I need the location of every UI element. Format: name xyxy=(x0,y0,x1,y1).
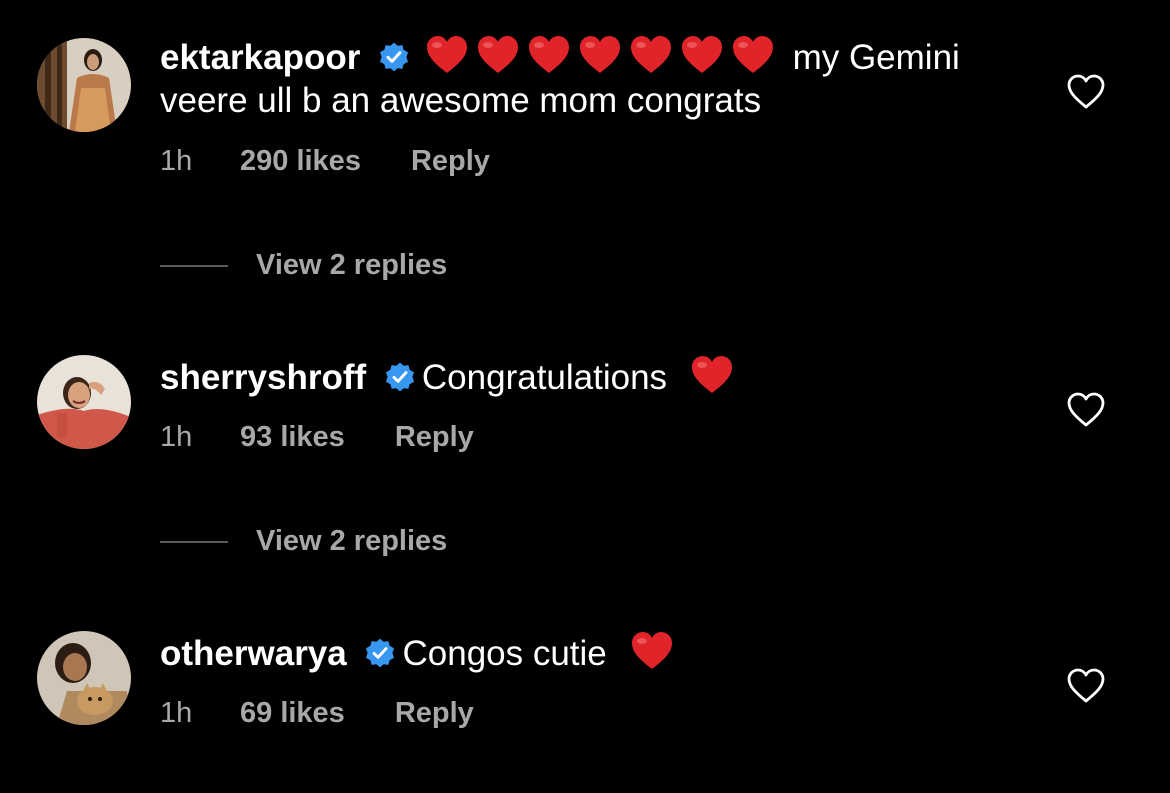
avatar[interactable] xyxy=(37,631,131,725)
reply-button[interactable]: Reply xyxy=(395,695,474,731)
timestamp: 1h xyxy=(160,697,193,729)
comment-text-block: otherwarya Congos cutie xyxy=(160,631,1020,675)
comment-content: otherwarya Congos cutie xyxy=(160,631,1020,675)
comment-meta: 1h 69 likes Reply xyxy=(160,695,474,731)
heart-outline-icon[interactable] xyxy=(1067,668,1105,704)
comment-item: otherwarya Congos cutie 1h 69 likes Reply xyxy=(0,0,1170,793)
red-heart-emoji-icon xyxy=(631,632,672,669)
username[interactable]: otherwarya xyxy=(160,634,347,673)
verified-badge-icon xyxy=(366,638,395,668)
likes-count[interactable]: 69 likes xyxy=(240,695,345,731)
comment-body: Congos cutie xyxy=(402,634,607,673)
